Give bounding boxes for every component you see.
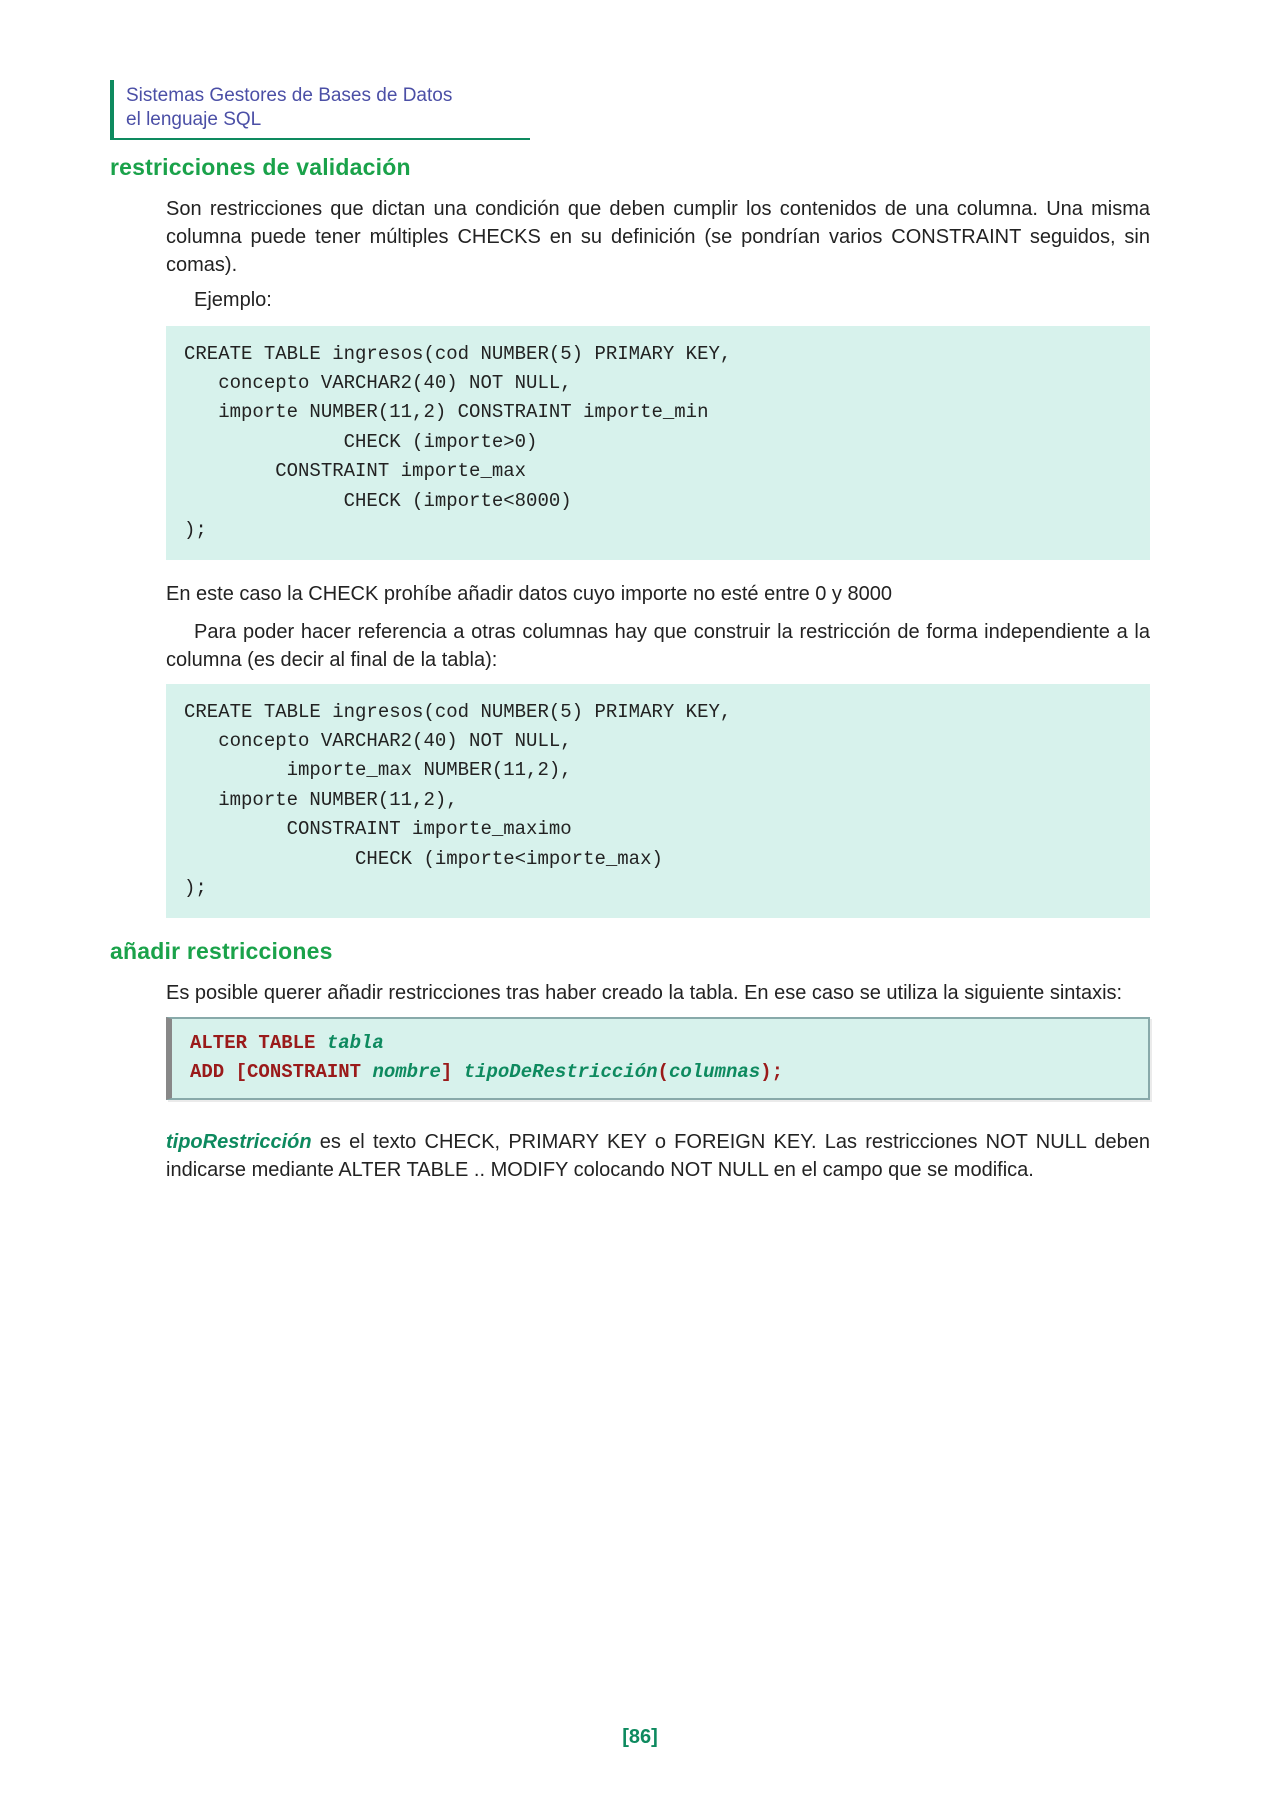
bracket-open: [ — [236, 1061, 247, 1083]
keyword-alter-table: ALTER TABLE — [190, 1032, 315, 1054]
header-line-2: el lenguaje SQL — [126, 108, 518, 132]
code-block-2: CREATE TABLE ingresos(cod NUMBER(5) PRIM… — [166, 684, 1150, 918]
page-header: Sistemas Gestores de Bases de Datos el l… — [110, 80, 530, 140]
paragraph: Son restricciones que dictan una condici… — [166, 195, 1150, 279]
placeholder-columnas: columnas — [669, 1061, 760, 1083]
syntax-block: ALTER TABLE tabla ADD [CONSTRAINT nombre… — [166, 1017, 1150, 1100]
term-tiporestriccion: tipoRestricción — [166, 1131, 312, 1153]
document-page: Sistemas Gestores de Bases de Datos el l… — [0, 0, 1280, 1809]
placeholder-tipo: tipoDeRestricción — [464, 1061, 658, 1083]
keyword-constraint: CONSTRAINT — [247, 1061, 361, 1083]
paragraph: Para poder hacer referencia a otras colu… — [166, 618, 1150, 674]
paren-close: ) — [760, 1061, 771, 1083]
placeholder-tabla: tabla — [327, 1032, 384, 1054]
bracket-close: ] — [441, 1061, 452, 1083]
code-block-1: CREATE TABLE ingresos(cod NUMBER(5) PRIM… — [166, 326, 1150, 560]
paren-open: ( — [658, 1061, 669, 1083]
header-line-1: Sistemas Gestores de Bases de Datos — [126, 84, 518, 108]
paragraph-rest: es el texto CHECK, PRIMARY KEY o FOREIGN… — [166, 1131, 1150, 1181]
section-title-restricciones: restricciones de validación — [110, 154, 1170, 181]
section-body-2: Es posible querer añadir restricciones t… — [166, 979, 1150, 1184]
paragraph: Es posible querer añadir restricciones t… — [166, 979, 1150, 1007]
page-number: [86] — [0, 1726, 1280, 1749]
example-label: Ejemplo: — [194, 289, 1150, 312]
keyword-add: ADD — [190, 1061, 224, 1083]
placeholder-nombre: nombre — [372, 1061, 440, 1083]
semicolon: ; — [772, 1061, 783, 1083]
paragraph: En este caso la CHECK prohíbe añadir dat… — [166, 580, 1150, 608]
paragraph: tipoRestricción es el texto CHECK, PRIMA… — [166, 1128, 1150, 1184]
section-title-anadir: añadir restricciones — [110, 938, 1170, 965]
section-body-1: Son restricciones que dictan una condici… — [166, 195, 1150, 918]
